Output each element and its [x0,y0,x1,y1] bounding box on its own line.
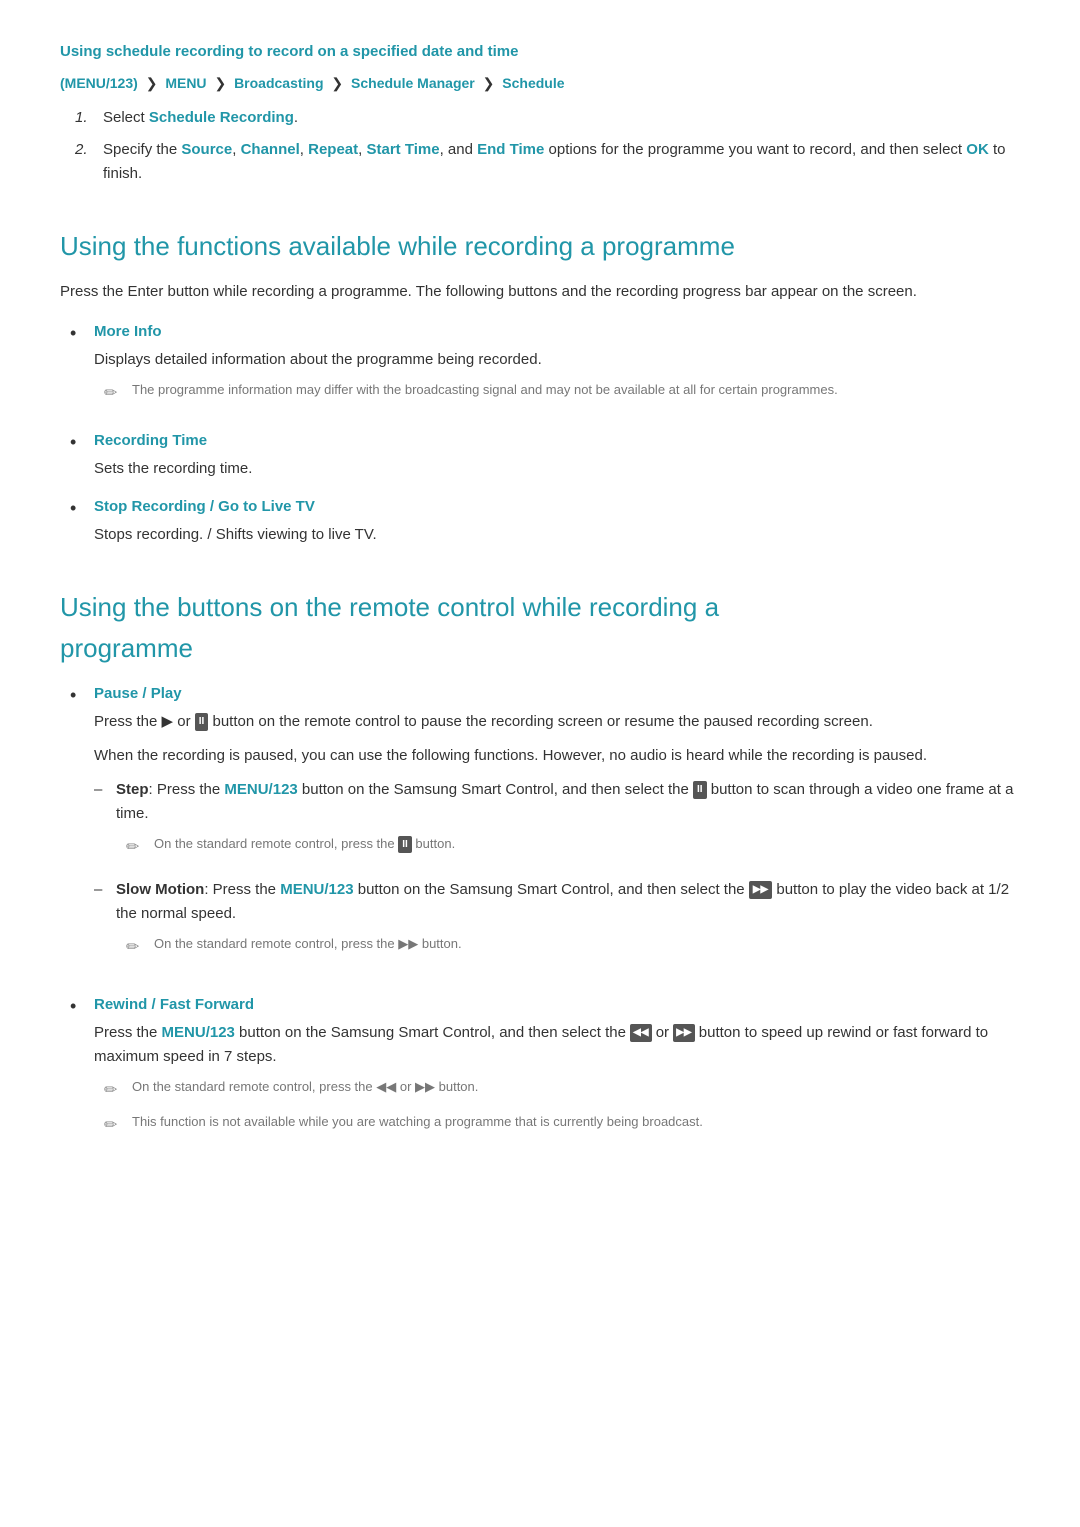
pause-play-desc1: Press the ▶ or II button on the remote c… [94,710,1020,734]
buttons-title-line1: Using the buttons on the remote control … [60,592,719,622]
note-icon-1: ✏ [104,381,122,407]
breadcrumb-menu123: (MENU/123) [60,75,138,91]
functions-list: • More Info Displays detailed informatio… [60,320,1020,547]
functions-desc: Press the Enter button while recording a… [60,280,1020,304]
step-menu-highlight: MENU/123 [224,781,297,798]
step-1: 1. Select Schedule Recording. [70,106,1020,130]
rewind-note-box-2: ✏ This function is not available while y… [104,1112,1020,1139]
step-1-text: Select Schedule Recording. [103,106,298,130]
functions-section: Using the functions available while reco… [60,216,1020,546]
ff-icon: ▶▶ [673,1024,694,1042]
stop-recording-label: Stop Recording / Go to Live TV [94,498,315,515]
buttons-list: • Pause / Play Press the ▶ or II button … [60,682,1020,1146]
rewind-note-box-1: ✏ On the standard remote control, press … [104,1077,1020,1104]
end-time-link: End Time [477,141,544,158]
step-sub-content: Step: Press the MENU/123 button on the S… [116,778,1020,869]
rewind-menu-highlight: MENU/123 [162,1024,235,1041]
pause-play-content: Pause / Play Press the ▶ or II button on… [94,682,1020,979]
pause-play-desc2: When the recording is paused, you can us… [94,744,1020,768]
slow-motion-sub-label: Slow Motion [116,881,204,898]
step-note: On the standard remote control, press th… [154,834,455,854]
stop-recording-content: Stop Recording / Go to Live TV Stops rec… [94,495,1020,547]
slow-motion-icon: ▶▶ [749,881,772,899]
functions-title: Using the functions available while reco… [60,216,1020,268]
step-2: 2. Specify the Source, Channel, Repeat, … [70,138,1020,186]
step-note-box: ✏ On the standard remote control, press … [126,834,1020,861]
recording-time-label: Recording Time [94,432,207,449]
breadcrumb-arrow-1: ❯ [146,75,158,91]
recording-time-item: • Recording Time Sets the recording time… [70,429,1020,481]
breadcrumb-schedule: Schedule [502,75,564,91]
note-icon-5: ✏ [104,1113,122,1139]
channel-link: Channel [241,141,300,158]
repeat-link: Repeat [308,141,358,158]
page-content: Using schedule recording to record on a … [60,40,1020,1202]
pause-icon-1: II [195,713,209,731]
step-2-text: Specify the Source, Channel, Repeat, Sta… [103,138,1020,186]
rewind-note-1: On the standard remote control, press th… [132,1077,478,1097]
schedule-title: Using schedule recording to record on a … [60,40,1020,64]
breadcrumb-schedule-manager: Schedule Manager [351,75,475,91]
step-icon: II [693,781,707,799]
sub-dash-1: – [94,778,108,802]
slow-motion-sub-item: – Slow Motion: Press the MENU/123 button… [94,878,1020,969]
step-sub-label: Step [116,781,149,798]
source-link: Source [181,141,232,158]
breadcrumb-broadcasting: Broadcasting [234,75,323,91]
bullet-dot-1: • [70,320,84,347]
schedule-section: Using schedule recording to record on a … [60,40,1020,186]
breadcrumb-arrow-3: ❯ [331,75,343,91]
more-info-note-box: ✏ The programme information may differ w… [104,380,1020,407]
step-sub-item: – Step: Press the MENU/123 button on the… [94,778,1020,869]
note-icon-4: ✏ [104,1078,122,1104]
buttons-title-line2: programme [60,633,193,663]
breadcrumb-menu: MENU [165,75,206,91]
step-1-num: 1. [75,106,95,130]
pause-sub-list: – Step: Press the MENU/123 button on the… [94,778,1020,969]
slow-motion-note-box: ✏ On the standard remote control, press … [126,934,1020,961]
schedule-recording-link: Schedule Recording [149,109,294,126]
recording-time-desc: Sets the recording time. [94,457,1020,481]
note-icon-2: ✏ [126,835,144,861]
rewind-ff-desc: Press the MENU/123 button on the Samsung… [94,1021,1020,1069]
rewind-note-2: This function is not available while you… [132,1112,703,1132]
stop-recording-desc: Stops recording. / Shifts viewing to liv… [94,523,1020,547]
pause-play-item: • Pause / Play Press the ▶ or II button … [70,682,1020,979]
pause-play-label: Pause / Play [94,685,182,702]
bullet-dot-3: • [70,495,84,522]
bullet-dot-2: • [70,429,84,456]
rewind-ff-label: Rewind / Fast Forward [94,996,254,1013]
schedule-steps: 1. Select Schedule Recording. 2. Specify… [60,106,1020,186]
more-info-desc: Displays detailed information about the … [94,348,1020,372]
sub-dash-2: – [94,878,108,902]
more-info-item: • More Info Displays detailed informatio… [70,320,1020,415]
ok-link: OK [966,141,989,158]
slow-motion-menu-highlight: MENU/123 [280,881,353,898]
rewind-icon: ◀◀ [630,1024,651,1042]
note-icon-3: ✏ [126,935,144,961]
breadcrumb: (MENU/123) ❯ MENU ❯ Broadcasting ❯ Sched… [60,72,1020,94]
bullet-dot-5: • [70,993,84,1020]
recording-time-content: Recording Time Sets the recording time. [94,429,1020,481]
breadcrumb-arrow-4: ❯ [483,75,495,91]
slow-motion-sub-content: Slow Motion: Press the MENU/123 button o… [116,878,1020,969]
step-note-icon: II [398,836,412,853]
start-time-link: Start Time [367,141,440,158]
breadcrumb-arrow-2: ❯ [214,75,226,91]
step-2-num: 2. [75,138,95,186]
more-info-label: More Info [94,323,162,340]
more-info-content: More Info Displays detailed information … [94,320,1020,415]
rewind-ff-item: • Rewind / Fast Forward Press the MENU/1… [70,993,1020,1146]
slow-motion-note: On the standard remote control, press th… [154,934,462,954]
rewind-ff-content: Rewind / Fast Forward Press the MENU/123… [94,993,1020,1146]
more-info-note: The programme information may differ wit… [132,380,838,400]
stop-recording-item: • Stop Recording / Go to Live TV Stops r… [70,495,1020,547]
buttons-section: Using the buttons on the remote control … [60,577,1020,1147]
buttons-title: Using the buttons on the remote control … [60,577,1020,670]
bullet-dot-4: • [70,682,84,709]
